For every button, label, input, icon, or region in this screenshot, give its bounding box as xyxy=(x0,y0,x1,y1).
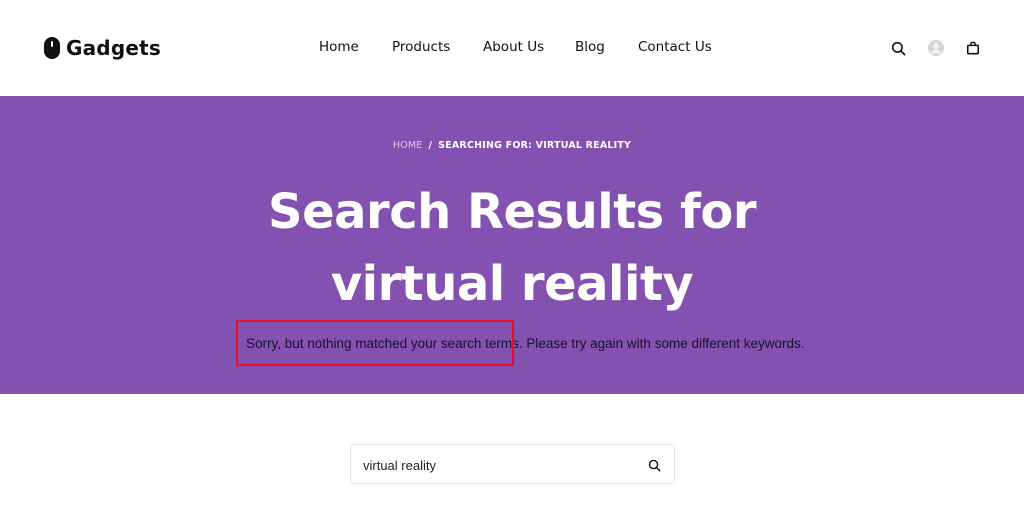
breadcrumb-current: SEARCHING FOR: VIRTUAL REALITY xyxy=(438,140,632,151)
page-title: Search Results for virtual reality xyxy=(0,176,1024,320)
shopping-bag-icon[interactable] xyxy=(963,38,983,58)
search-icon xyxy=(648,459,661,472)
page-title-line-2: virtual reality xyxy=(330,256,694,312)
nav-about-us[interactable]: About Us xyxy=(483,39,544,55)
breadcrumb-separator: / xyxy=(428,140,433,151)
avatar[interactable] xyxy=(926,38,946,58)
search-input[interactable] xyxy=(363,455,633,475)
breadcrumb: HOME / SEARCHING FOR: VIRTUAL REALITY xyxy=(0,140,1024,151)
nav-home[interactable]: Home xyxy=(319,39,359,55)
main-nav: Home Products About Us Blog Contact Us xyxy=(0,39,1024,59)
search-hero: HOME / SEARCHING FOR: VIRTUAL REALITY Sear… xyxy=(0,96,1024,394)
nav-contact-us[interactable]: Contact Us xyxy=(638,39,712,55)
no-results-message: Sorry, but nothing matched your search t… xyxy=(246,336,805,351)
page-title-line-1: Search Results for xyxy=(268,184,757,240)
site-header: Gadgets Home Products About Us Blog Cont… xyxy=(0,0,1024,96)
nav-products[interactable]: Products xyxy=(392,39,450,55)
breadcrumb-home-link[interactable]: HOME xyxy=(393,140,423,151)
search-form xyxy=(350,444,675,484)
search-submit-button[interactable] xyxy=(644,455,664,475)
nav-blog[interactable]: Blog xyxy=(575,39,605,55)
search-icon[interactable] xyxy=(888,38,908,58)
